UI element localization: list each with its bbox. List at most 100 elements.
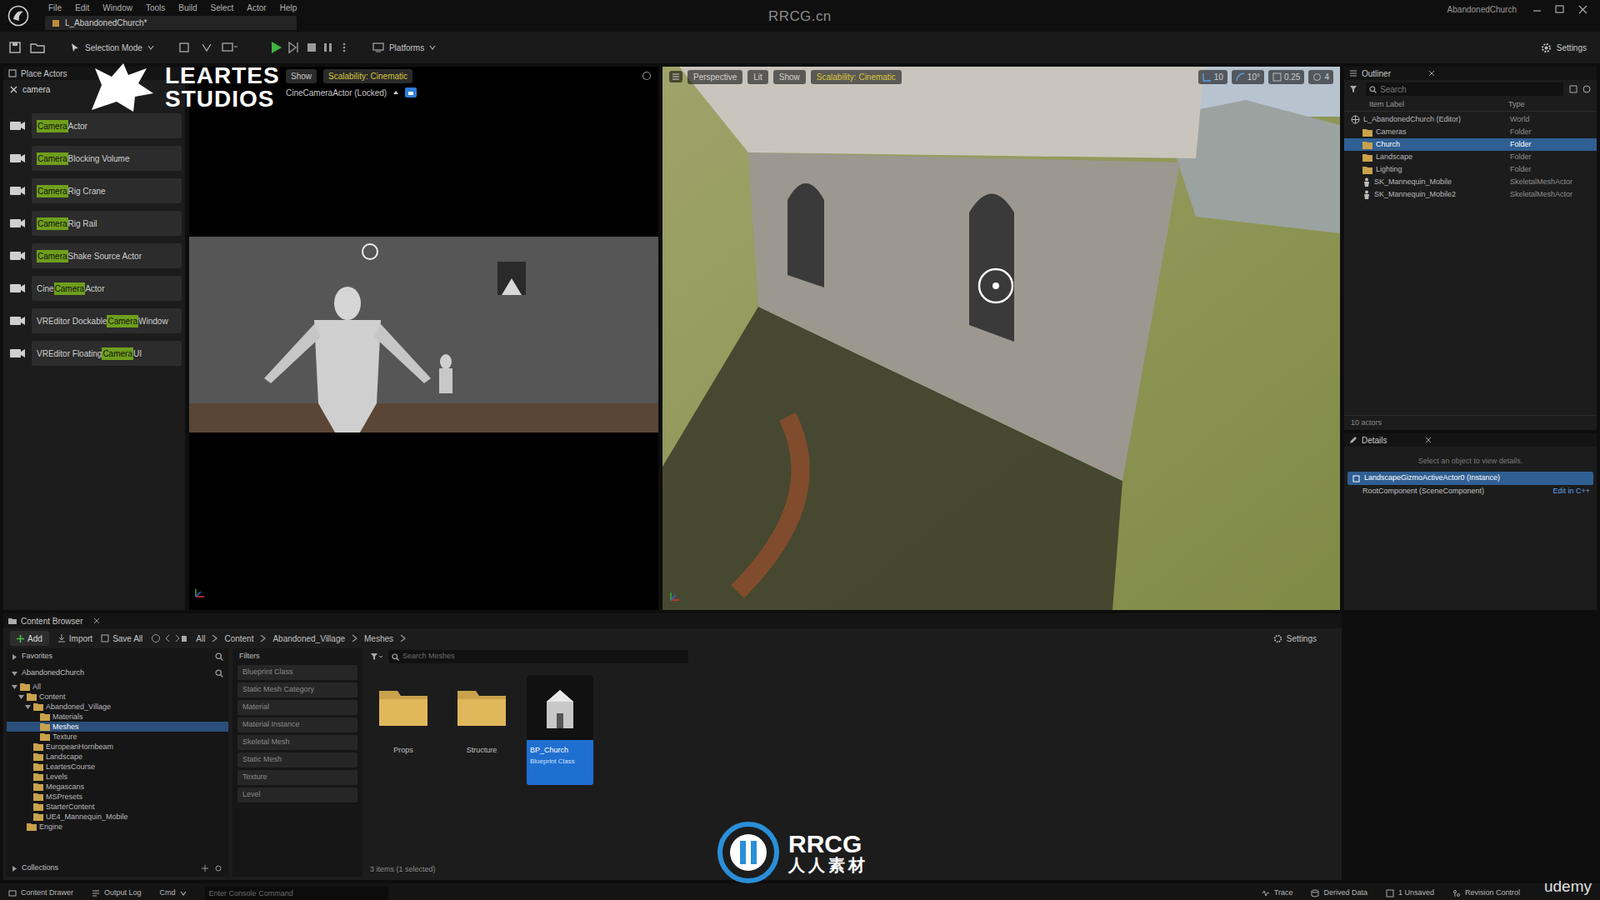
search-icon[interactable] bbox=[215, 669, 224, 678]
folder-tree-row[interactable]: UE4_Mannequin_Mobile bbox=[6, 811, 229, 822]
cmd-dropdown[interactable]: Cmd bbox=[160, 887, 187, 900]
actor-label[interactable]: VREditor Floating Camera UI bbox=[31, 340, 182, 366]
actor-label[interactable]: Camera Rig Crane bbox=[31, 178, 182, 204]
actor-label[interactable]: Camera Shake Source Actor bbox=[31, 243, 182, 269]
filter-icon[interactable] bbox=[370, 652, 384, 661]
filter-item[interactable]: Blueprint Class bbox=[237, 665, 358, 680]
clear-icon[interactable] bbox=[10, 85, 18, 94]
eject-icon[interactable] bbox=[391, 88, 400, 97]
cine-camera-viewport[interactable]: Show Scalability: Cinematic CineCameraAc… bbox=[189, 66, 659, 610]
collections-tools-icon[interactable] bbox=[201, 864, 224, 873]
folder-tree-row[interactable]: LeartesCourse bbox=[6, 761, 229, 772]
menu-item[interactable]: Edit bbox=[75, 1, 90, 15]
folder-tree-row[interactable]: Texture bbox=[6, 731, 229, 742]
unsaved-button[interactable]: 1 Unsaved bbox=[1385, 887, 1435, 900]
place-actor-item[interactable]: Camera Rig Crane bbox=[6, 176, 182, 205]
snap-button[interactable]: 0.25 bbox=[1268, 70, 1305, 85]
menu-item[interactable]: Select bbox=[210, 1, 235, 15]
actor-label[interactable]: Camera Blocking Volume bbox=[31, 145, 182, 171]
close-icon[interactable] bbox=[1428, 70, 1435, 77]
folder-tree-row[interactable]: Materials bbox=[6, 711, 229, 722]
outliner-row[interactable]: SK_Mannequin_Mobile2SkeletalMeshActor bbox=[1344, 188, 1597, 201]
outliner-tab[interactable]: Outliner bbox=[1344, 66, 1597, 80]
menu-item[interactable]: Tools bbox=[145, 1, 165, 15]
filter-item[interactable]: Level bbox=[237, 787, 358, 803]
menu-item[interactable]: Build bbox=[178, 1, 197, 15]
level-tab[interactable]: L_AbandonedChurch* bbox=[45, 15, 297, 30]
save-icon[interactable] bbox=[8, 40, 22, 55]
outliner-row[interactable]: SK_Mannequin_MobileSkeletalMeshActor bbox=[1344, 175, 1597, 189]
place-actors-search-input[interactable] bbox=[22, 83, 73, 96]
import-button[interactable]: Import bbox=[57, 632, 93, 645]
folder-tree-row[interactable]: Levels bbox=[6, 771, 229, 782]
console-input[interactable] bbox=[205, 886, 389, 900]
perspective-viewport[interactable]: Perspective Lit Show Scalability: Cinema… bbox=[662, 66, 1340, 610]
breadcrumb[interactable]: Content bbox=[224, 632, 254, 645]
actor-label[interactable]: Camera Actor bbox=[31, 113, 182, 139]
filter-icon[interactable] bbox=[1349, 85, 1361, 94]
breadcrumb[interactable]: Meshes bbox=[364, 632, 394, 645]
filter-item[interactable]: Static Mesh bbox=[237, 752, 358, 768]
place-actor-item[interactable]: VREditor Dockable Camera Window bbox=[6, 306, 182, 335]
lit-button[interactable]: Lit bbox=[747, 70, 769, 85]
filter-item[interactable]: Static Mesh Category bbox=[237, 682, 358, 698]
content-browser-tab[interactable]: Content Browser bbox=[3, 613, 1342, 629]
window-controls-icon[interactable] bbox=[1531, 4, 1590, 15]
close-icon[interactable] bbox=[93, 617, 100, 625]
place-actor-item[interactable]: Cine Camera Actor bbox=[6, 274, 182, 303]
breadcrumb[interactable]: Abandoned_Village bbox=[272, 632, 345, 645]
details-tab[interactable]: Details bbox=[1344, 433, 1597, 447]
outliner-row[interactable]: LightingFolder bbox=[1344, 163, 1597, 176]
place-actors-tab[interactable]: Place Actors bbox=[3, 66, 185, 80]
close-icon[interactable] bbox=[1425, 436, 1432, 444]
scalability-button[interactable]: Scalability: Cinematic bbox=[323, 69, 413, 84]
folder-tree-row[interactable]: Abandoned_Village bbox=[6, 701, 229, 712]
folder-tree-row[interactable]: All bbox=[6, 681, 229, 692]
folder-tree-row[interactable]: StarterContent bbox=[6, 801, 229, 812]
place-actor-item[interactable]: Camera Shake Source Actor bbox=[6, 241, 182, 270]
snap-button[interactable]: 4 bbox=[1308, 70, 1334, 85]
platforms-button[interactable]: Platforms bbox=[372, 41, 436, 55]
folder-tree-row[interactable]: Engine bbox=[6, 821, 229, 832]
place-actor-item[interactable]: Camera Blocking Volume bbox=[6, 144, 182, 173]
save-all-button[interactable]: Save All bbox=[100, 632, 143, 645]
folder-tree-row[interactable]: MSPresets bbox=[6, 791, 229, 802]
filter-item[interactable]: Texture bbox=[237, 770, 358, 785]
filter-item[interactable]: Skeletal Mesh bbox=[237, 735, 358, 750]
outliner-options-icon[interactable] bbox=[1568, 84, 1592, 95]
derived-data-button[interactable]: Derived Data bbox=[1310, 887, 1368, 900]
place-actor-item[interactable]: Camera Actor bbox=[6, 111, 182, 140]
menu-item[interactable]: Help bbox=[280, 1, 298, 15]
filter-item[interactable]: Material Instance bbox=[237, 717, 358, 733]
asset-search-input[interactable] bbox=[402, 650, 685, 663]
browse-icon[interactable] bbox=[30, 40, 45, 55]
place-actor-item[interactable]: VREditor Floating Camera UI bbox=[6, 339, 182, 368]
content-settings-button[interactable]: Settings bbox=[1273, 632, 1335, 645]
selected-instance-row[interactable]: LandscapeGizmoActiveActor0 (Instance) bbox=[1347, 471, 1594, 485]
create-tools-icon[interactable] bbox=[179, 40, 240, 55]
revision-control-button[interactable]: Revision Control bbox=[1452, 887, 1520, 900]
show-button[interactable]: Show bbox=[285, 69, 317, 84]
add-button[interactable]: Add bbox=[10, 630, 50, 646]
content-drawer-button[interactable]: Content Drawer bbox=[8, 887, 74, 900]
history-icon[interactable] bbox=[150, 633, 188, 644]
edit-in-cpp-link[interactable]: Edit in C++ bbox=[1552, 485, 1590, 498]
breadcrumb[interactable]: All bbox=[195, 632, 205, 645]
search-icon[interactable] bbox=[215, 652, 224, 661]
outliner-search-input[interactable] bbox=[1380, 83, 1560, 96]
snap-button[interactable]: 10° bbox=[1231, 70, 1265, 85]
menu-icon[interactable] bbox=[669, 70, 683, 83]
actor-label[interactable]: Cine Camera Actor bbox=[31, 275, 182, 301]
snap-button[interactable]: 10 bbox=[1198, 70, 1228, 85]
maximize-icon[interactable] bbox=[641, 70, 652, 81]
menu-item[interactable]: File bbox=[48, 1, 62, 15]
project-header[interactable]: AbandonedChurch bbox=[6, 665, 229, 682]
outliner-row[interactable]: CamerasFolder bbox=[1344, 125, 1597, 139]
play-controls-icon[interactable] bbox=[269, 40, 350, 55]
trace-button[interactable]: Trace bbox=[1261, 887, 1294, 900]
collections-header[interactable]: Collections bbox=[6, 860, 229, 877]
asset-tile[interactable]: Structure bbox=[448, 675, 515, 785]
asset-tile[interactable]: BP_ChurchBlueprint Class bbox=[526, 675, 594, 785]
column-header[interactable]: Item Label bbox=[1349, 99, 1509, 111]
folder-tree-row[interactable]: Landscape bbox=[6, 751, 229, 762]
